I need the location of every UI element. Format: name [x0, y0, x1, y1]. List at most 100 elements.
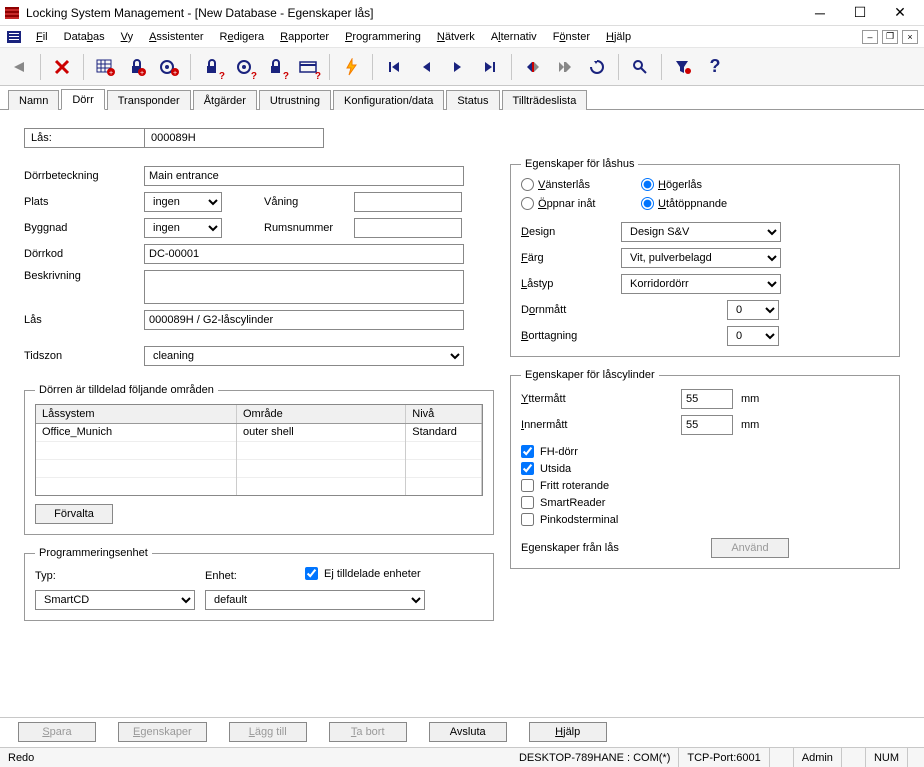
- mdi-close[interactable]: ×: [902, 30, 918, 44]
- toolbar-filter-gear-icon[interactable]: [668, 52, 698, 82]
- menu-fonster[interactable]: Fönster: [545, 29, 598, 45]
- forvalta-button[interactable]: Förvalta: [35, 504, 113, 524]
- lashus-legend: Egenskaper för låshus: [521, 158, 638, 170]
- hjalp-button[interactable]: Hjälp: [529, 722, 607, 742]
- col-omrade[interactable]: Område: [236, 405, 405, 423]
- dorrkod-input[interactable]: [144, 244, 464, 264]
- toolbar-back-icon[interactable]: [4, 52, 34, 82]
- toolbar-lock-q-icon[interactable]: ?: [197, 52, 227, 82]
- lastyp-select[interactable]: Korridordörr: [621, 274, 781, 294]
- tab-status[interactable]: Status: [446, 90, 499, 110]
- maximize-button[interactable]: ☐: [840, 1, 880, 25]
- mdi-minimize[interactable]: –: [862, 30, 878, 44]
- laggtill-button[interactable]: Lägg till: [229, 722, 307, 742]
- oppnar-inat-radio[interactable]: Öppnar inåt: [521, 197, 641, 210]
- menu-icon: [6, 29, 22, 45]
- vaning-input[interactable]: [354, 192, 462, 212]
- tab-transponder[interactable]: Transponder: [107, 90, 191, 110]
- toolbar-skip-end-icon[interactable]: [550, 52, 580, 82]
- col-niva[interactable]: Nivå: [406, 405, 482, 423]
- mdi-restore[interactable]: ❐: [882, 30, 898, 44]
- typ-select[interactable]: SmartCD: [35, 590, 195, 610]
- unassigned-checkbox[interactable]: [305, 567, 318, 580]
- toolbar-last-icon[interactable]: [475, 52, 505, 82]
- menu-hjalp[interactable]: Hjälp: [598, 29, 639, 45]
- tab-dorr[interactable]: Dörr: [61, 89, 104, 110]
- prog-fieldset: Programmeringsenhet Typ: Enhet: Ej tilld…: [24, 547, 494, 621]
- fh-dorr-check[interactable]: FH-dörr: [521, 445, 889, 458]
- areas-table[interactable]: Låssystem Område Nivå Office_Munich oute…: [35, 404, 483, 496]
- minimize-button[interactable]: ─: [800, 1, 840, 25]
- toolbar-next-icon[interactable]: [443, 52, 473, 82]
- innermatt-input[interactable]: [681, 415, 733, 435]
- borttagning-select[interactable]: 0: [727, 326, 779, 346]
- smartreader-check[interactable]: SmartReader: [521, 496, 889, 509]
- menu-natverk[interactable]: Nätverk: [429, 29, 483, 45]
- dorrbeteckning-label: Dörrbeteckning: [24, 170, 144, 182]
- toolbar-skip-start-icon[interactable]: [518, 52, 548, 82]
- tab-utrustning[interactable]: Utrustning: [259, 90, 331, 110]
- toolbar-delete-icon[interactable]: [47, 52, 77, 82]
- tab-tilltradeslista[interactable]: Tillträdeslista: [502, 90, 588, 110]
- toolbar-lock-add-icon[interactable]: +: [122, 52, 152, 82]
- hogerlas-radio[interactable]: Högerlås: [641, 178, 761, 191]
- innermatt-label: Innermått: [521, 419, 681, 431]
- tab-atgarder[interactable]: Åtgärder: [193, 90, 257, 110]
- dormmatt-select[interactable]: 0: [727, 300, 779, 320]
- borttagning-label: Borttagning: [521, 330, 621, 342]
- toolbar-grid-add-icon[interactable]: +: [90, 52, 120, 82]
- tidszon-label: Tidszon: [24, 350, 144, 362]
- areas-legend: Dörren är tilldelad följande områden: [35, 384, 218, 396]
- yttermatt-label: Yttermått: [521, 393, 681, 405]
- menu-vy[interactable]: Vy: [113, 29, 141, 45]
- byggnad-select[interactable]: ingen: [144, 218, 222, 238]
- farg-label: Färg: [521, 252, 621, 264]
- toolbar-search-icon[interactable]: [625, 52, 655, 82]
- beskrivning-input[interactable]: [144, 270, 464, 304]
- egenskaper-button[interactable]: Egenskaper: [118, 722, 207, 742]
- menu-rapporter[interactable]: Rapporter: [272, 29, 337, 45]
- toolbar-help-icon[interactable]: ?: [700, 52, 730, 82]
- toolbar-flash-icon[interactable]: [336, 52, 366, 82]
- toolbar-prev-icon[interactable]: [411, 52, 441, 82]
- toolbar-transponder-add-icon[interactable]: +: [154, 52, 184, 82]
- menu-redigera[interactable]: Redigera: [211, 29, 272, 45]
- menu-databas[interactable]: Databas: [56, 29, 113, 45]
- toolbar-refresh-icon[interactable]: [582, 52, 612, 82]
- col-lassystem[interactable]: Låssystem: [36, 405, 236, 423]
- farg-select[interactable]: Vit, pulverbelagd: [621, 248, 781, 268]
- fritt-check[interactable]: Fritt roterande: [521, 479, 889, 492]
- rumsnummer-input[interactable]: [354, 218, 462, 238]
- spara-button[interactable]: Spara: [18, 722, 96, 742]
- menu-alternativ[interactable]: Alternativ: [483, 29, 545, 45]
- toolbar-lock2-q-icon[interactable]: ?: [261, 52, 291, 82]
- enhet-select[interactable]: default: [205, 590, 425, 610]
- tabort-button[interactable]: Ta bort: [329, 722, 407, 742]
- table-row[interactable]: Office_Munich outer shell Standard: [36, 423, 482, 441]
- toolbar-first-icon[interactable]: [379, 52, 409, 82]
- unassigned-check[interactable]: Ej tilldelade enheter: [305, 567, 421, 580]
- menu-assistenter[interactable]: Assistenter: [141, 29, 211, 45]
- status-bar: Redo DESKTOP-789HANE : COM(*) TCP-Port:6…: [0, 747, 924, 767]
- utsida-check[interactable]: Utsida: [521, 462, 889, 475]
- close-button[interactable]: ✕: [880, 1, 920, 25]
- design-select[interactable]: Design S&V: [621, 222, 781, 242]
- tab-namn[interactable]: Namn: [8, 90, 59, 110]
- avsluta-button[interactable]: Avsluta: [429, 722, 507, 742]
- tab-konfiguration[interactable]: Konfiguration/data: [333, 90, 444, 110]
- pinkod-check[interactable]: Pinkodsterminal: [521, 513, 889, 526]
- areas-fieldset: Dörren är tilldelad följande områden Lås…: [24, 384, 494, 535]
- toolbar-card-q-icon[interactable]: ?: [293, 52, 323, 82]
- dormmatt-label: Dornmått: [521, 304, 621, 316]
- yttermatt-input[interactable]: [681, 389, 733, 409]
- menu-programmering[interactable]: Programmering: [337, 29, 429, 45]
- toolbar-transponder-q-icon[interactable]: ?: [229, 52, 259, 82]
- menu-fil[interactable]: Fil: [28, 29, 56, 45]
- plats-select[interactable]: ingen: [144, 192, 222, 212]
- vansterlas-radio[interactable]: Vänsterlås: [521, 178, 641, 191]
- apply-button[interactable]: Använd: [711, 538, 789, 558]
- las-input[interactable]: [144, 310, 464, 330]
- dorrbeteckning-input[interactable]: [144, 166, 464, 186]
- utatoppnande-radio[interactable]: Utåtöppnande: [641, 197, 761, 210]
- tidszon-select[interactable]: cleaning: [144, 346, 464, 366]
